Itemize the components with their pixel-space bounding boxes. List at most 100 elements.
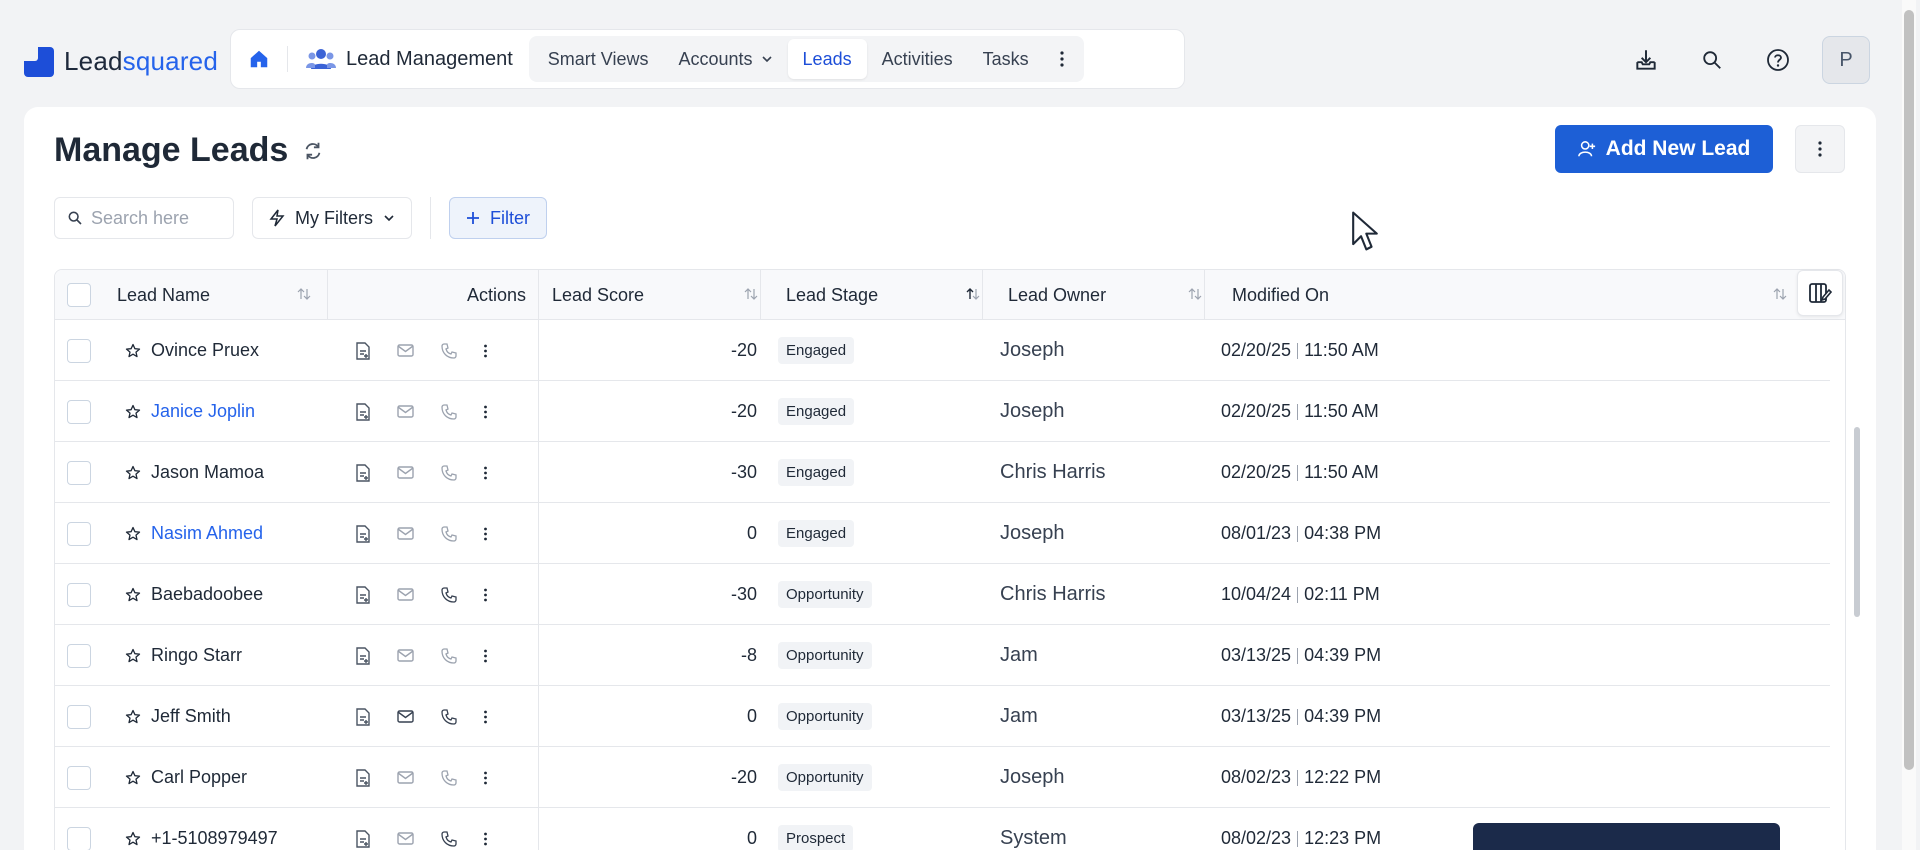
call-button[interactable]	[441, 464, 457, 481]
row-checkbox[interactable]	[67, 338, 91, 363]
downloads-button[interactable]	[1624, 38, 1668, 82]
lead-name-link[interactable]: Nasim Ahmed	[151, 523, 263, 544]
call-button[interactable]	[441, 525, 457, 542]
header-lead-owner[interactable]: Lead Owner	[996, 270, 1218, 320]
row-checkbox[interactable]	[67, 399, 91, 424]
favorite-star-button[interactable]	[125, 404, 141, 420]
call-button[interactable]	[441, 830, 457, 847]
table-row[interactable]: Ringo Starr -8 Opportunity Jam 03/13/25 04:39…	[55, 625, 1830, 686]
lead-name-link[interactable]: Ovince Pruex	[151, 340, 259, 361]
table-row[interactable]: Jeff Smith 0 Opportunity Jam 03/13/25 04:39 P…	[55, 686, 1830, 747]
lead-name-link[interactable]: +1-5108979497	[151, 828, 278, 849]
row-more-button[interactable]	[483, 588, 488, 602]
send-email-button[interactable]	[397, 465, 415, 480]
table-row[interactable]: Janice Joplin -20 Engaged Joseph 02/20/25 11:…	[55, 381, 1830, 442]
module-title[interactable]: Lead Management	[298, 48, 521, 71]
send-email-button[interactable]	[397, 587, 415, 602]
send-email-button[interactable]	[397, 709, 415, 724]
help-button[interactable]	[1756, 38, 1800, 82]
add-activity-button[interactable]	[355, 707, 371, 726]
tab-smart-views[interactable]: Smart Views	[533, 39, 664, 79]
row-more-button[interactable]	[483, 527, 488, 541]
row-more-button[interactable]	[483, 344, 488, 358]
row-checkbox[interactable]	[67, 643, 91, 668]
row-checkbox[interactable]	[67, 521, 91, 546]
favorite-star-button[interactable]	[125, 709, 141, 725]
sort-ascending-icon[interactable]	[966, 287, 980, 301]
header-lead-stage[interactable]: Lead Stage	[774, 270, 996, 320]
add-activity-button[interactable]	[355, 829, 371, 848]
add-filter-button[interactable]: Filter	[449, 197, 547, 239]
add-activity-button[interactable]	[355, 402, 371, 421]
home-button[interactable]	[241, 41, 277, 77]
lead-name-link[interactable]: Jeff Smith	[151, 706, 231, 727]
call-button[interactable]	[441, 647, 457, 664]
tab-activities[interactable]: Activities	[867, 39, 968, 79]
header-lead-name[interactable]: Lead Name	[117, 270, 327, 320]
row-more-button[interactable]	[483, 710, 488, 724]
search-input[interactable]	[91, 207, 221, 229]
add-activity-button[interactable]	[355, 585, 371, 604]
lead-name-link[interactable]: Ringo Starr	[151, 645, 242, 666]
tab-tasks[interactable]: Tasks	[968, 39, 1044, 79]
table-row[interactable]: Baebadoobee -30 Opportunity Chris Harris 10/…	[55, 564, 1830, 625]
add-activity-button[interactable]	[355, 463, 371, 482]
favorite-star-button[interactable]	[125, 770, 141, 786]
lead-name-link[interactable]: Carl Popper	[151, 767, 247, 788]
more-tabs-button[interactable]	[1044, 39, 1080, 79]
row-checkbox[interactable]	[67, 460, 91, 485]
lead-name-link[interactable]: Jason Mamoa	[151, 462, 264, 483]
search-box[interactable]	[54, 197, 234, 239]
row-checkbox[interactable]	[67, 704, 91, 729]
sort-icon[interactable]	[297, 287, 311, 301]
add-activity-button[interactable]	[355, 341, 371, 360]
send-email-button[interactable]	[397, 648, 415, 663]
table-row[interactable]: Ovince Pruex -20 Engaged Joseph 02/20/25 11:5…	[55, 320, 1830, 381]
notification-toast[interactable]	[1473, 823, 1780, 850]
send-email-button[interactable]	[397, 343, 415, 358]
row-more-button[interactable]	[483, 832, 488, 846]
global-search-button[interactable]	[1690, 38, 1734, 82]
add-activity-button[interactable]	[355, 646, 371, 665]
add-new-lead-button[interactable]: Add New Lead	[1555, 125, 1773, 173]
header-modified-on[interactable]: Modified On	[1218, 270, 1803, 320]
call-button[interactable]	[441, 403, 457, 420]
table-row[interactable]: Carl Popper -20 Opportunity Joseph 08/02/23 1…	[55, 747, 1830, 808]
call-button[interactable]	[441, 769, 457, 786]
refresh-icon[interactable]	[302, 140, 324, 162]
header-lead-score[interactable]: Lead Score	[552, 270, 774, 320]
user-avatar[interactable]: P	[1822, 36, 1870, 84]
tab-accounts[interactable]: Accounts	[664, 39, 788, 79]
favorite-star-button[interactable]	[125, 343, 141, 359]
table-row[interactable]: Jason Mamoa -30 Engaged Chris Harris 02/20/2…	[55, 442, 1830, 503]
table-scrollbar[interactable]	[1854, 427, 1860, 617]
lead-name-link[interactable]: Janice Joplin	[151, 401, 255, 422]
page-scrollbar[interactable]	[1902, 0, 1916, 850]
row-checkbox[interactable]	[67, 826, 91, 850]
row-more-button[interactable]	[483, 771, 488, 785]
row-more-button[interactable]	[483, 649, 488, 663]
leadsquared-logo[interactable]: Leadsquared	[24, 46, 218, 77]
send-email-button[interactable]	[397, 404, 415, 419]
page-scrollbar-thumb[interactable]	[1904, 10, 1914, 770]
row-checkbox[interactable]	[67, 582, 91, 607]
page-more-options-button[interactable]	[1795, 125, 1845, 173]
send-email-button[interactable]	[397, 831, 415, 846]
favorite-star-button[interactable]	[125, 648, 141, 664]
table-row[interactable]: Nasim Ahmed 0 Engaged Joseph 08/01/23 04:38 P…	[55, 503, 1830, 564]
lead-name-link[interactable]: Baebadoobee	[151, 584, 263, 605]
column-settings-button[interactable]	[1797, 270, 1843, 316]
favorite-star-button[interactable]	[125, 587, 141, 603]
sort-icon[interactable]	[744, 287, 758, 301]
favorite-star-button[interactable]	[125, 465, 141, 481]
call-button[interactable]	[441, 708, 457, 725]
call-button[interactable]	[441, 586, 457, 603]
sort-icon[interactable]	[1773, 287, 1787, 301]
select-all-checkbox[interactable]	[67, 283, 91, 307]
favorite-star-button[interactable]	[125, 831, 141, 847]
row-more-button[interactable]	[483, 466, 488, 480]
call-button[interactable]	[441, 342, 457, 359]
send-email-button[interactable]	[397, 526, 415, 541]
add-activity-button[interactable]	[355, 768, 371, 787]
sort-icon[interactable]	[1188, 287, 1202, 301]
